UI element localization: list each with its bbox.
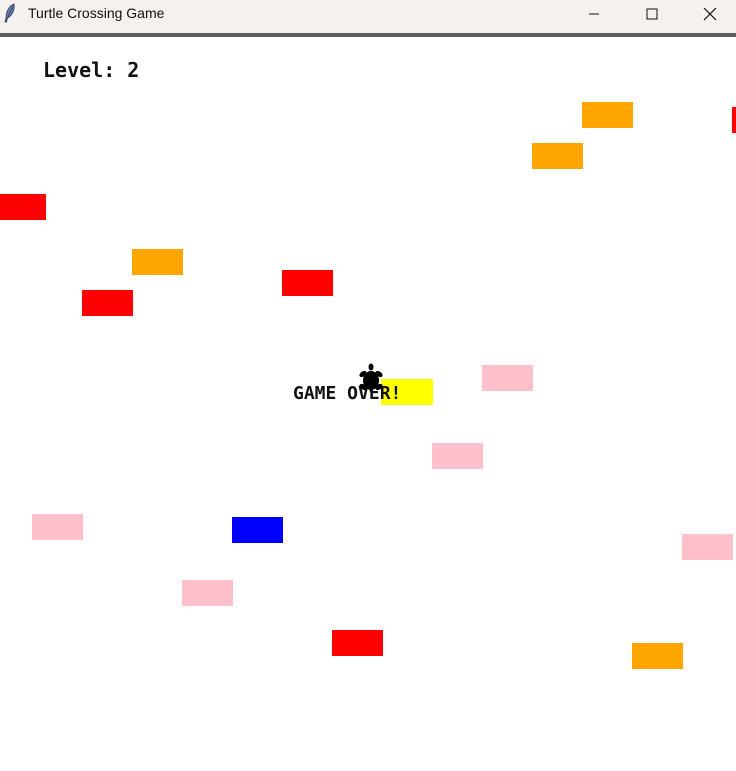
turtle-icon <box>359 363 383 394</box>
game-over-text: GAME OVER! <box>293 383 402 404</box>
car <box>682 534 733 560</box>
minimize-button[interactable] <box>565 0 623 28</box>
car <box>332 630 383 656</box>
level-label: Level: 2 <box>43 58 140 82</box>
title-bar: Turtle Crossing Game <box>0 0 736 33</box>
car <box>232 517 283 543</box>
maximize-icon <box>646 8 658 20</box>
maximize-button[interactable] <box>623 0 681 28</box>
car <box>482 365 533 391</box>
car <box>432 443 483 469</box>
car <box>732 107 736 133</box>
car <box>582 102 633 128</box>
car <box>632 643 683 669</box>
close-icon <box>703 7 717 21</box>
car <box>282 270 333 296</box>
feather-icon <box>4 3 15 23</box>
minimize-icon <box>589 13 599 15</box>
car <box>0 194 46 220</box>
car <box>132 249 183 275</box>
car <box>532 143 583 169</box>
car <box>182 580 233 606</box>
close-button[interactable] <box>681 0 736 28</box>
car <box>82 290 133 316</box>
window-title: Turtle Crossing Game <box>28 5 165 21</box>
car <box>32 514 83 540</box>
game-canvas[interactable] <box>0 37 736 771</box>
